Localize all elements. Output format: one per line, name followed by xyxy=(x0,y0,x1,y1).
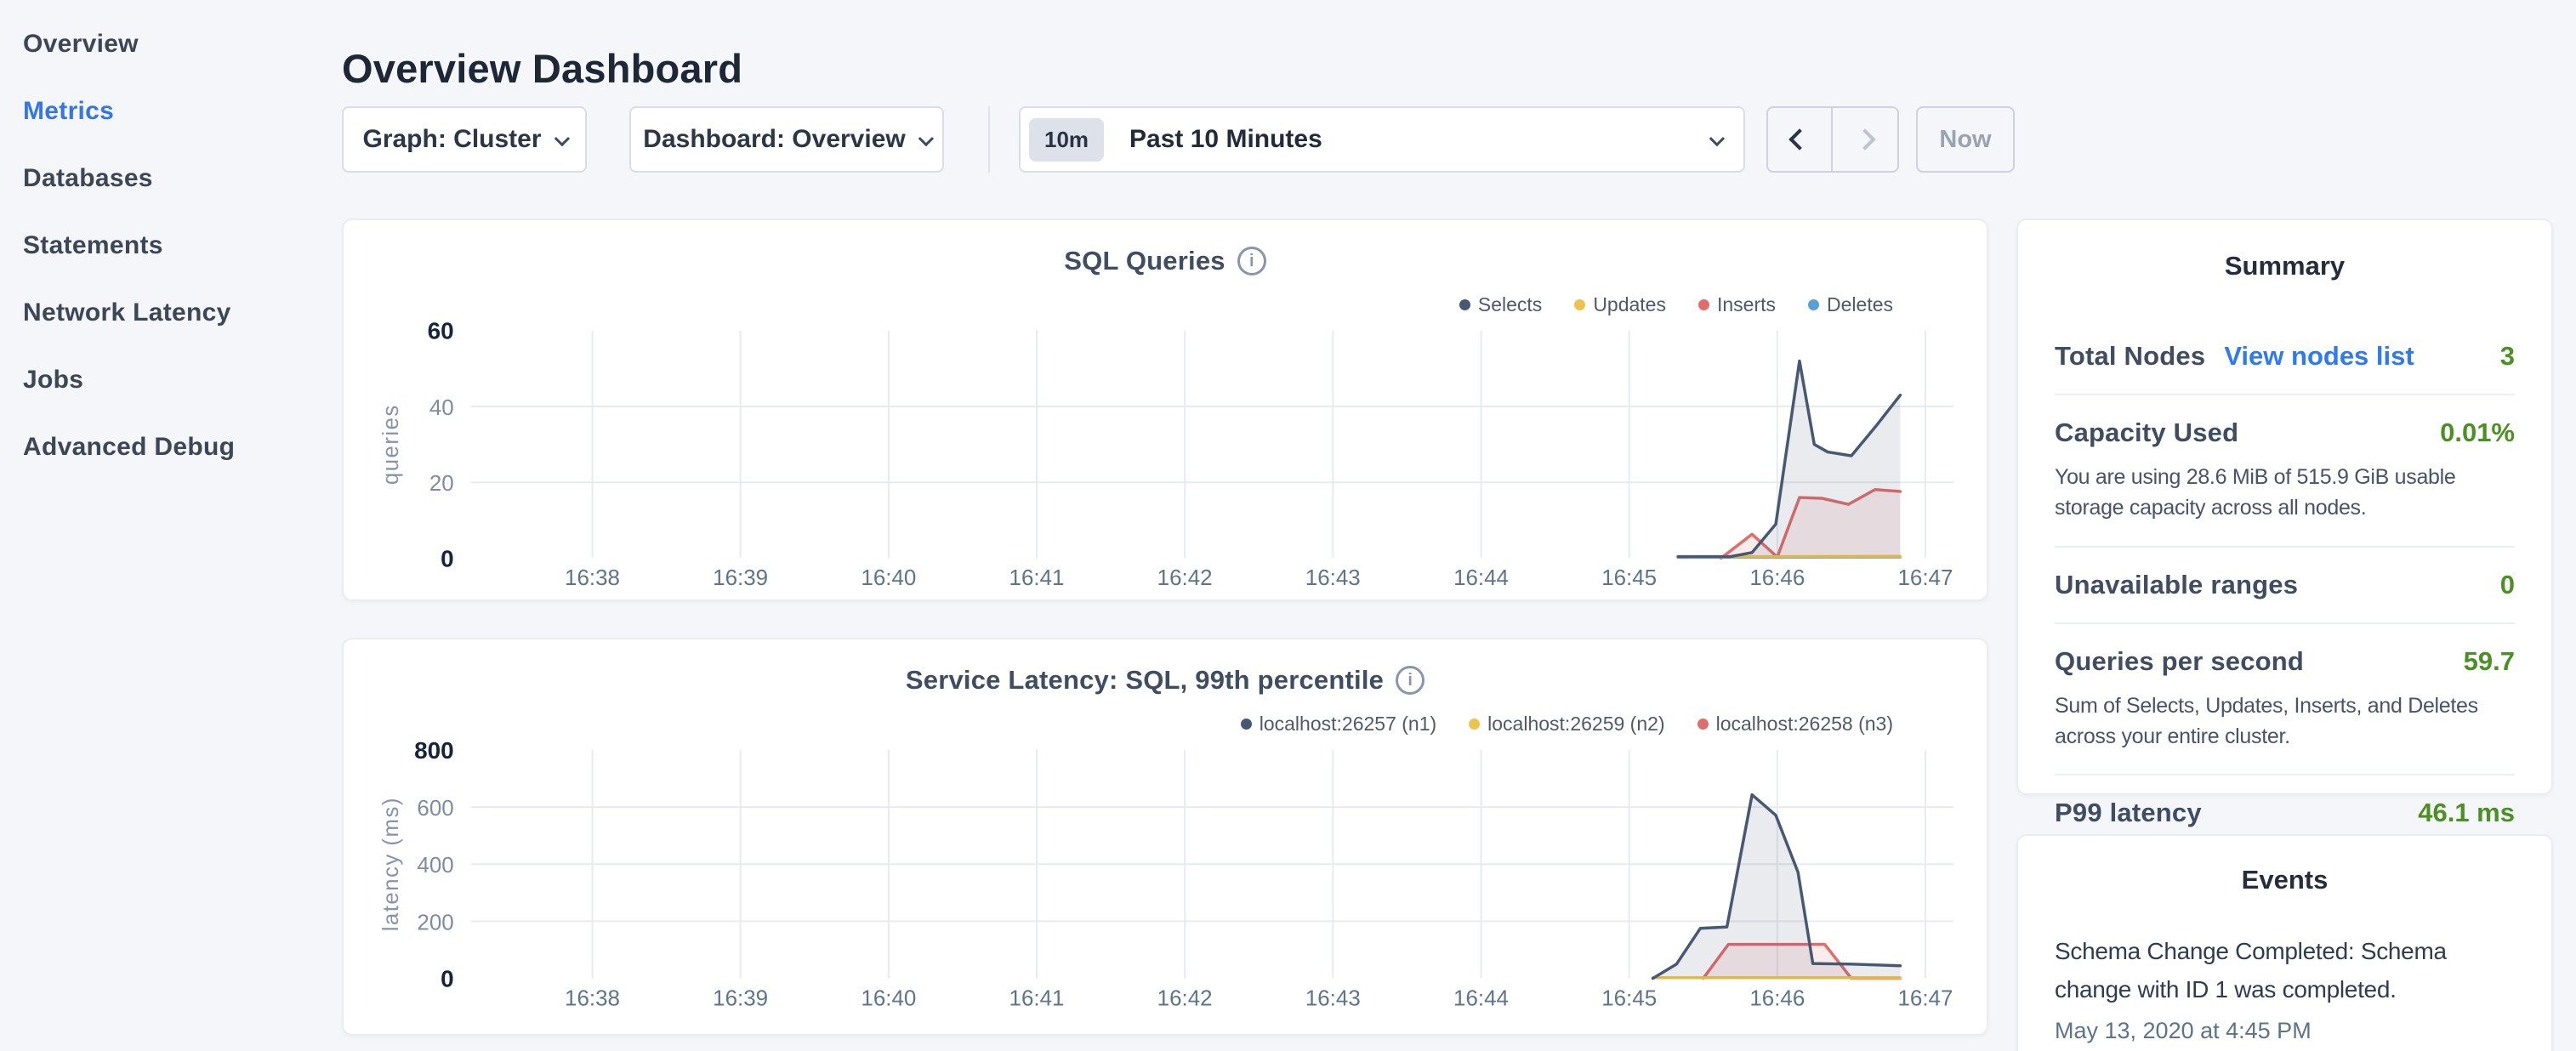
sql-queries-plot: 16:38 16:39 16:40 16:41 16:42 16:43 16:44 16:45… xyxy=(344,220,1987,599)
sidebar: Overview Metrics Databases Statements Ne… xyxy=(0,0,342,1051)
time-range-selector[interactable]: 10m Past 10 Minutes xyxy=(1019,106,1745,173)
svg-text:16:39: 16:39 xyxy=(713,566,768,590)
summary-row-label: Unavailable ranges xyxy=(2055,570,2298,600)
svg-text:40: 40 xyxy=(429,396,454,420)
summary-row-queries-per-second: Queries per second 59.7 Sum of Selects, … xyxy=(2055,622,2515,775)
chevron-down-icon xyxy=(554,130,569,145)
service-latency-chart-card: Service Latency: SQL, 99th percentile i … xyxy=(342,638,1988,1036)
summary-row-total-nodes: Total Nodes View nodes list 3 xyxy=(2055,319,2515,394)
svg-text:60: 60 xyxy=(428,318,454,344)
sql-queries-chart-card: SQL Queries i SelectsUpdatesInsertsDelet… xyxy=(342,219,1988,601)
summary-row-capacity-used: Capacity Used 0.01% You are using 28.6 M… xyxy=(2055,394,2515,546)
summary-row-value: 0 xyxy=(2500,570,2515,600)
graph-scope-dropdown[interactable]: Graph: Cluster xyxy=(342,106,587,173)
page-title: Overview Dashboard xyxy=(342,45,742,92)
svg-text:16:44: 16:44 xyxy=(1453,566,1509,590)
chevron-down-icon xyxy=(1709,130,1725,145)
svg-text:16:41: 16:41 xyxy=(1009,986,1065,1010)
sidebar-item-advanced-debug[interactable]: Advanced Debug xyxy=(0,413,342,480)
svg-text:16:44: 16:44 xyxy=(1453,986,1509,1010)
controls-divider xyxy=(988,106,990,173)
svg-text:16:45: 16:45 xyxy=(1601,566,1657,590)
svg-text:16:39: 16:39 xyxy=(713,986,768,1010)
admin-ui-page: Overview Metrics Databases Statements Ne… xyxy=(0,0,2576,1051)
time-step-buttons xyxy=(1766,106,1899,173)
svg-text:0: 0 xyxy=(441,966,454,992)
summary-row-label: P99 latency xyxy=(2055,798,2202,828)
chevron-left-icon xyxy=(1788,128,1810,150)
time-range-badge: 10m xyxy=(1029,118,1104,162)
dashboard-label: Dashboard: Overview xyxy=(643,125,905,154)
svg-text:latency (ms): latency (ms) xyxy=(379,797,403,931)
dashboard-dropdown[interactable]: Dashboard: Overview xyxy=(629,106,944,173)
svg-text:16:38: 16:38 xyxy=(565,566,620,590)
summary-row-label: Queries per second xyxy=(2055,646,2304,677)
sidebar-item-statements[interactable]: Statements xyxy=(0,212,342,279)
svg-text:queries: queries xyxy=(379,404,403,485)
summary-row-value: 3 xyxy=(2500,341,2515,372)
svg-text:400: 400 xyxy=(417,854,453,878)
summary-row-unavailable-ranges: Unavailable ranges 0 xyxy=(2055,546,2515,622)
svg-text:16:42: 16:42 xyxy=(1157,986,1213,1010)
summary-row-value: 59.7 xyxy=(2464,646,2515,677)
svg-text:16:41: 16:41 xyxy=(1009,566,1065,590)
summary-row-value: 46.1 ms xyxy=(2418,798,2515,828)
summary-row-value: 0.01% xyxy=(2440,418,2515,448)
sidebar-item-databases[interactable]: Databases xyxy=(0,145,342,212)
summary-row-label: Total Nodes xyxy=(2055,341,2205,372)
time-step-back-button[interactable] xyxy=(1768,108,1833,171)
time-range-label: Past 10 Minutes xyxy=(1129,125,1710,154)
svg-text:16:40: 16:40 xyxy=(861,986,916,1010)
events-panel: Events Schema Change Completed: Schema c… xyxy=(2016,834,2553,1051)
svg-text:16:40: 16:40 xyxy=(861,566,916,590)
svg-text:600: 600 xyxy=(417,797,453,821)
event-timestamp: May 13, 2020 at 4:45 PM xyxy=(2055,1018,2515,1044)
summary-panel: Summary Total Nodes View nodes list 3 Ca… xyxy=(2016,219,2553,795)
time-step-forward-button[interactable] xyxy=(1833,108,1897,171)
events-title: Events xyxy=(2055,865,2515,895)
svg-text:800: 800 xyxy=(414,737,454,764)
summary-row-label: Capacity Used xyxy=(2055,418,2238,448)
svg-text:20: 20 xyxy=(429,472,454,496)
view-nodes-list-link[interactable]: View nodes list xyxy=(2224,341,2414,372)
chevron-right-icon xyxy=(1854,128,1875,150)
graph-scope-label: Graph: Cluster xyxy=(362,125,541,154)
svg-text:16:45: 16:45 xyxy=(1601,986,1657,1010)
svg-text:16:46: 16:46 xyxy=(1749,986,1805,1010)
now-button[interactable]: Now xyxy=(1916,106,2015,173)
summary-row-description: Sum of Selects, Updates, Inserts, and De… xyxy=(2055,690,2515,753)
svg-text:16:43: 16:43 xyxy=(1305,566,1361,590)
svg-text:16:43: 16:43 xyxy=(1305,986,1361,1010)
sidebar-item-jobs[interactable]: Jobs xyxy=(0,346,342,413)
sidebar-item-metrics[interactable]: Metrics xyxy=(0,77,342,145)
service-latency-plot: 16:38 16:39 16:40 16:41 16:42 16:43 16:44 16:45… xyxy=(344,639,1987,1034)
event-text: Schema Change Completed: Schema change w… xyxy=(2055,933,2463,1009)
svg-text:0: 0 xyxy=(441,545,454,571)
sidebar-item-network-latency[interactable]: Network Latency xyxy=(0,279,342,346)
sidebar-item-overview[interactable]: Overview xyxy=(0,10,342,77)
svg-text:16:38: 16:38 xyxy=(565,986,620,1010)
event-list-item[interactable]: Schema Change Completed: Schema change w… xyxy=(2055,933,2515,1044)
summary-title: Summary xyxy=(2055,251,2515,281)
svg-text:16:47: 16:47 xyxy=(1897,986,1953,1010)
svg-text:200: 200 xyxy=(417,911,453,935)
summary-row-description: You are using 28.6 MiB of 515.9 GiB usab… xyxy=(2055,462,2515,524)
svg-text:16:47: 16:47 xyxy=(1897,566,1953,590)
chevron-down-icon xyxy=(918,130,933,145)
svg-text:16:42: 16:42 xyxy=(1157,566,1213,590)
svg-text:16:46: 16:46 xyxy=(1749,566,1805,590)
